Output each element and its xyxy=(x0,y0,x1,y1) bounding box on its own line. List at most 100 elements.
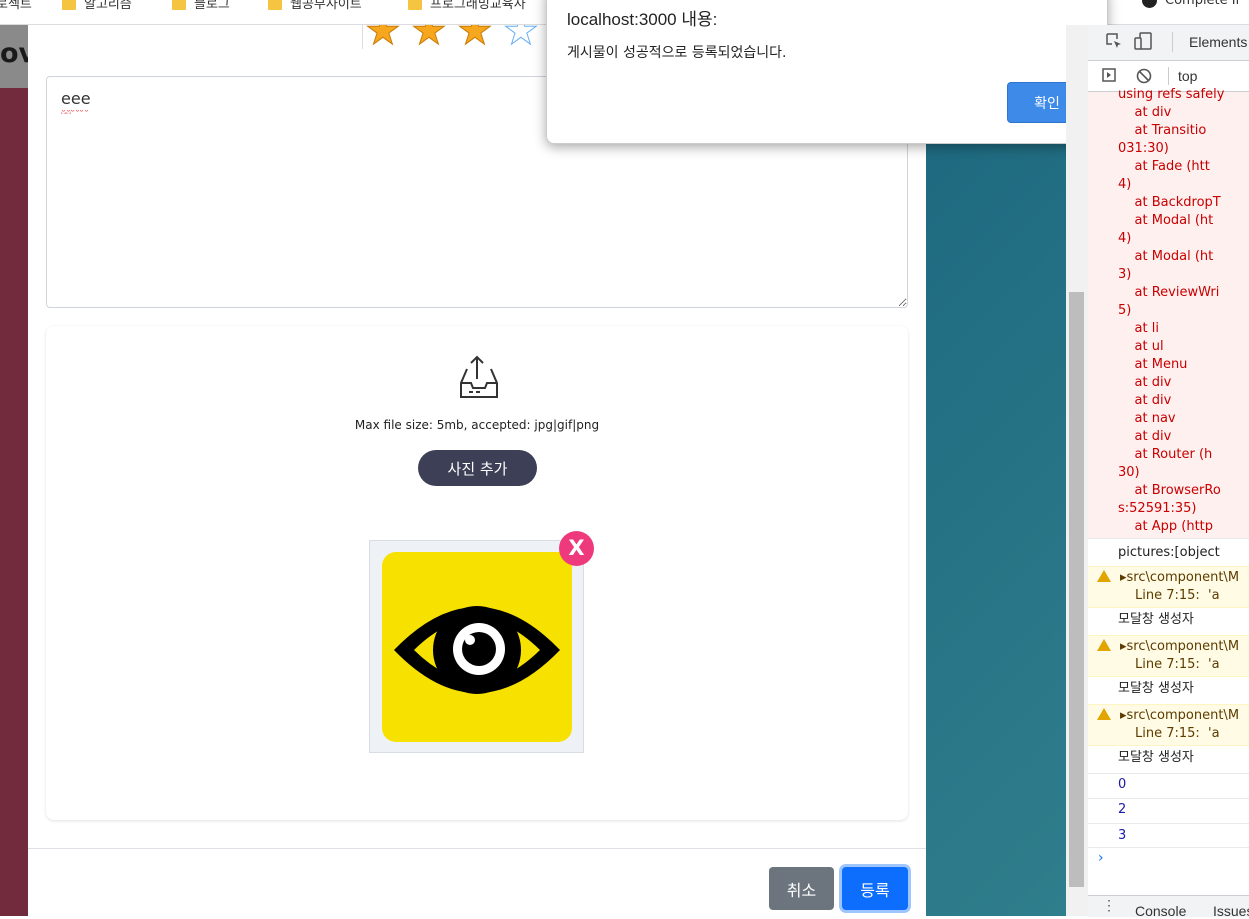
folder-icon xyxy=(268,0,282,10)
stack-trace-line: at Fade (htt xyxy=(1118,159,1210,174)
stack-trace-line: at div xyxy=(1118,105,1172,120)
folder-icon xyxy=(172,0,186,10)
stack-trace-line: at Menu xyxy=(1118,357,1188,372)
add-photo-button[interactable]: 사진 추가 xyxy=(418,450,537,486)
console-log-modal: 모달창 생성자 xyxy=(1118,750,1194,765)
warning-detail: Line 7:15: 'a xyxy=(1135,726,1220,741)
stack-trace-line: s:52591:35) xyxy=(1118,501,1197,516)
stack-trace-line: 3) xyxy=(1118,267,1132,282)
spellcheck-underline: 〰〰〰〰 xyxy=(61,110,90,114)
bookmark-label: 웹공부사이트 xyxy=(290,0,362,12)
console-separator xyxy=(1088,798,1249,799)
tab-console[interactable]: Console xyxy=(1135,903,1186,919)
page-scrollbar-thumb[interactable] xyxy=(1069,292,1084,887)
bookmark-label: Complete Ir xyxy=(1165,0,1241,8)
stack-trace-line: at BrowserRo xyxy=(1118,483,1221,498)
console-log-modal: 모달창 생성자 xyxy=(1118,612,1194,627)
eye-image xyxy=(382,552,572,742)
more-menu-icon[interactable]: ⋮ xyxy=(1102,897,1116,914)
bookmark-folder[interactable]: 알고리즘 xyxy=(62,0,132,12)
sidebar-toggle-icon[interactable] xyxy=(1102,68,1116,82)
upload-hint: Max file size: 5mb, accepted: jpg|gif|pn… xyxy=(354,418,600,432)
left-background-strip xyxy=(0,25,28,916)
bookmark-label: 프로그래밍교육사 xyxy=(430,0,526,12)
github-icon xyxy=(1142,0,1157,8)
toolbar-divider xyxy=(1172,32,1173,52)
left-header-text: ov xyxy=(0,38,28,69)
stack-trace-line: at Router (h xyxy=(1118,447,1213,462)
bookmark-item[interactable]: Complete Ir xyxy=(1142,0,1241,8)
devtools-drawer-tabs: ⋮ Console Issues xyxy=(1088,895,1249,919)
bookmark-label: 알고리즘 xyxy=(84,0,132,12)
devtools-tabbar: Elements xyxy=(1088,25,1249,61)
alert-message: 게시물이 성공적으로 등록되었습니다. xyxy=(567,45,787,61)
warning-detail: Line 7:15: 'a xyxy=(1135,657,1220,672)
stack-trace-line: at div xyxy=(1118,429,1172,444)
console-log-number: 2 xyxy=(1118,802,1127,817)
warning-icon xyxy=(1097,708,1111,720)
stack-trace-line: at BackdropT xyxy=(1118,195,1221,210)
warning-text: ▸src\component\M xyxy=(1120,708,1240,723)
console-separator xyxy=(1088,773,1249,774)
eye-icon xyxy=(394,606,560,694)
warning-text: ▸src\component\M xyxy=(1120,639,1240,654)
inspect-element-icon[interactable] xyxy=(1106,33,1122,49)
stack-trace-line: 4) xyxy=(1118,231,1132,246)
console-prompt-icon[interactable]: › xyxy=(1098,850,1104,866)
console-separator xyxy=(1088,538,1249,539)
folder-icon xyxy=(62,0,76,10)
bookmark-folder[interactable]: 웹공부사이트 xyxy=(268,0,362,12)
warning-detail: Line 7:15: 'a xyxy=(1135,588,1220,603)
stack-trace-line: at Transitio xyxy=(1118,123,1207,138)
stack-trace-line: 031:30) xyxy=(1118,141,1169,156)
folder-icon xyxy=(408,0,422,10)
warning-file[interactable]: src\component\M xyxy=(1127,639,1240,654)
console-separator xyxy=(1088,823,1249,824)
alert-title: localhost:3000 내용: xyxy=(567,10,718,29)
toolbar-divider xyxy=(1168,67,1169,85)
stack-trace-line: at Modal (ht xyxy=(1118,213,1214,228)
clear-console-icon[interactable] xyxy=(1136,68,1152,84)
stack-trace-line: 4) xyxy=(1118,177,1132,192)
stack-trace-line: using refs safely xyxy=(1118,87,1225,102)
stack-trace-line: at Modal (ht xyxy=(1118,249,1214,264)
star-empty-icon[interactable]: ★ xyxy=(503,25,540,49)
warning-file[interactable]: src\component\M xyxy=(1127,708,1240,723)
stack-trace-line: 5) xyxy=(1118,303,1132,318)
upload-tray-icon xyxy=(460,355,498,398)
warning-text: ▸src\component\M xyxy=(1120,570,1240,585)
console-log-pictures: pictures:[object xyxy=(1118,545,1220,560)
star-filled-icon[interactable]: ★ xyxy=(457,25,494,49)
tab-elements[interactable]: Elements xyxy=(1189,34,1247,50)
cancel-button[interactable]: 취소 xyxy=(769,867,834,910)
submit-button[interactable]: 등록 xyxy=(842,867,908,910)
bookmark-label: 로젝트 xyxy=(0,0,32,12)
device-toolbar-icon[interactable] xyxy=(1134,32,1152,50)
star-rating[interactable]: ★ ★ ★ ★ xyxy=(362,25,553,49)
stack-trace-line: 30) xyxy=(1118,465,1140,480)
console-log-modal: 모달창 생성자 xyxy=(1118,681,1194,696)
delete-photo-button[interactable]: X xyxy=(559,531,594,566)
bookmark-label: 블로그 xyxy=(194,0,230,12)
bookmark-item[interactable]: 로젝트 xyxy=(0,0,32,12)
console-log-number: 0 xyxy=(1118,777,1127,792)
console-log-number: 3 xyxy=(1118,828,1127,843)
bookmark-folder[interactable]: 블로그 xyxy=(172,0,230,12)
stack-trace-line: at div xyxy=(1118,375,1172,390)
tab-issues[interactable]: Issues xyxy=(1213,903,1249,919)
context-selector[interactable]: top xyxy=(1178,68,1197,84)
warning-icon xyxy=(1097,639,1111,651)
stack-trace-line: at div xyxy=(1118,393,1172,408)
stack-trace-line: at ul xyxy=(1118,339,1164,354)
stack-trace-line: at nav xyxy=(1118,411,1176,426)
warning-file[interactable]: src\component\M xyxy=(1127,570,1240,585)
warning-icon xyxy=(1097,570,1111,582)
stack-trace-line: at App (http xyxy=(1118,519,1214,534)
star-filled-icon[interactable]: ★ xyxy=(411,25,448,49)
bookmark-folder[interactable]: 프로그래밍교육사 xyxy=(408,0,526,12)
stack-trace-line: at ReviewWri xyxy=(1118,285,1220,300)
console-separator xyxy=(1088,847,1249,848)
modal-footer-divider xyxy=(28,848,926,849)
stack-trace-line: at li xyxy=(1118,321,1159,336)
star-filled-icon[interactable]: ★ xyxy=(365,25,402,49)
